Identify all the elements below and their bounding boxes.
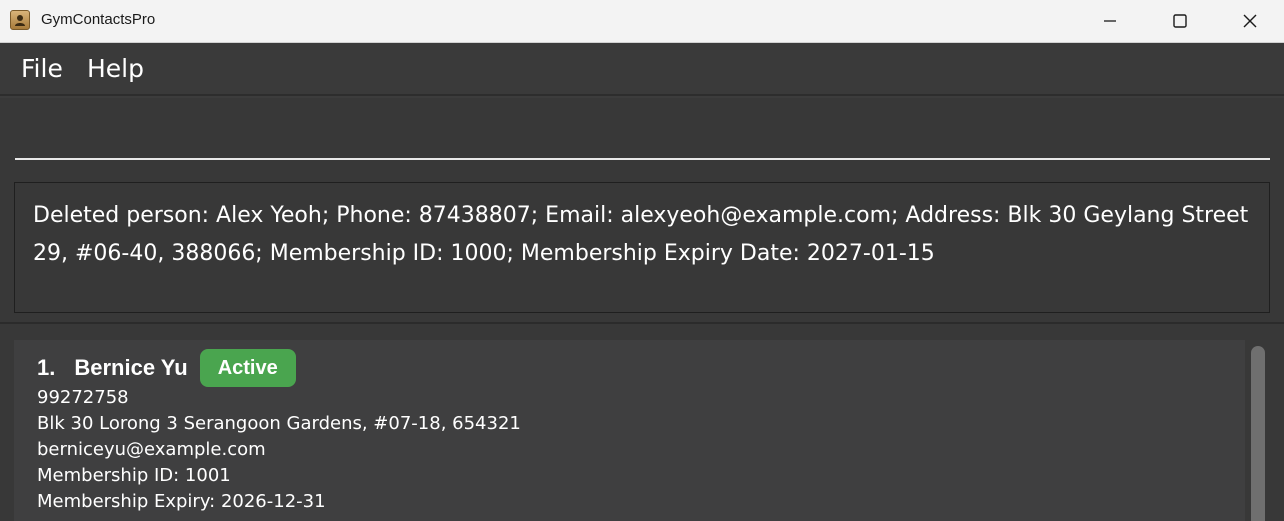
menu-help[interactable]: Help [87, 54, 144, 83]
menu-file[interactable]: File [21, 54, 63, 83]
person-card[interactable]: 1. Bernice Yu Active 99272758 Blk 30 Lor… [14, 340, 1245, 521]
person-membership-expiry: Membership Expiry: 2026-12-31 [37, 491, 326, 512]
maximize-button[interactable] [1145, 0, 1215, 42]
result-display-pane: Deleted person: Alex Yeoh; Phone: 874388… [0, 172, 1284, 322]
command-input[interactable] [15, 108, 1270, 160]
person-card-header: 1. Bernice Yu Active [37, 348, 296, 388]
title-bar[interactable]: GymContactsPro [0, 0, 1284, 43]
result-display[interactable]: Deleted person: Alex Yeoh; Phone: 874388… [14, 182, 1270, 313]
person-phone: 99272758 [37, 387, 129, 408]
person-membership-id: Membership ID: 1001 [37, 465, 231, 486]
person-list-pane: 1. Bernice Yu Active 99272758 Blk 30 Lor… [0, 324, 1284, 521]
minimize-button[interactable] [1075, 0, 1145, 42]
app-window: GymContactsPro File Help Deleted person:… [0, 0, 1284, 521]
command-box-pane [0, 98, 1284, 172]
list-scrollbar[interactable] [1247, 340, 1268, 521]
menu-bar: File Help [0, 43, 1284, 96]
person-address: Blk 30 Lorong 3 Serangoon Gardens, #07-1… [37, 413, 521, 434]
maximize-icon [1173, 14, 1187, 28]
window-title: GymContactsPro [41, 11, 156, 28]
app-contacts-icon [10, 10, 30, 30]
person-name: Bernice Yu [74, 355, 188, 380]
status-badge: Active [199, 349, 296, 387]
close-icon [1243, 14, 1257, 28]
list-scrollbar-thumb[interactable] [1251, 346, 1265, 521]
person-index: 1. [37, 355, 56, 380]
close-button[interactable] [1215, 0, 1284, 42]
minimize-icon [1104, 20, 1116, 22]
person-email: berniceyu@example.com [37, 439, 266, 460]
